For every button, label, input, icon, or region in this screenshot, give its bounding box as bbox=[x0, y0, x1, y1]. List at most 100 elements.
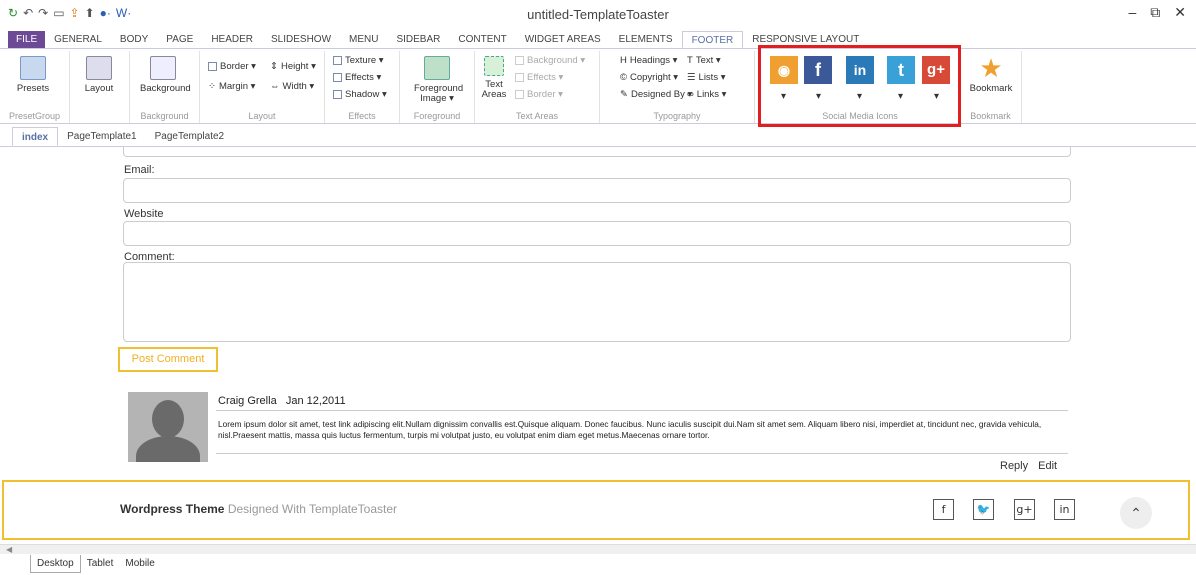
copyright-dropdown[interactable]: © Copyright ▾ bbox=[620, 72, 678, 83]
height-dropdown[interactable]: ⇕ Height ▾ bbox=[270, 61, 316, 72]
name-field[interactable] bbox=[123, 147, 1071, 157]
comment-actions: Reply Edit bbox=[1000, 460, 1057, 472]
tab-sidebar[interactable]: SIDEBAR bbox=[387, 31, 449, 48]
copyright-icon: © bbox=[620, 72, 627, 83]
shadow-dropdown[interactable]: Shadow ▾ bbox=[333, 89, 387, 100]
lists-dropdown[interactable]: ☰ Lists ▾ bbox=[687, 72, 725, 83]
comment-text: Lorem ipsum dolor sit amet, test link ad… bbox=[218, 419, 1042, 440]
edit-link[interactable]: Edit bbox=[1038, 460, 1057, 472]
page-tab-index[interactable]: index bbox=[12, 127, 59, 146]
preset-group: Presets PresetGroup bbox=[0, 51, 70, 123]
text-areas-group: Text Areas Background ▾ Effects ▾ Border… bbox=[475, 51, 600, 123]
scroll-left-icon[interactable]: ◀ bbox=[6, 545, 12, 554]
width-icon: ⇔ bbox=[270, 81, 280, 92]
group-label: Bookmark bbox=[970, 111, 1011, 121]
headings-icon: H bbox=[620, 55, 627, 66]
layout-group: Border ▾ ⇕ Height ▾ ⁘ Margin ▾ ⇔ Width ▾ La… bbox=[200, 51, 325, 123]
links-icon: ∞ bbox=[687, 89, 694, 100]
text-areas-button[interactable]: Text Areas bbox=[477, 53, 511, 100]
star-icon: ★ bbox=[979, 53, 1003, 83]
tab-file[interactable]: FILE bbox=[8, 31, 46, 48]
tab-footer[interactable]: FOOTER bbox=[681, 31, 744, 48]
close-icon[interactable]: ✕ bbox=[1174, 4, 1186, 21]
layout-group-main: Layout bbox=[70, 51, 130, 123]
avatar-head bbox=[152, 400, 184, 438]
highlight-box bbox=[758, 45, 961, 127]
layout-button[interactable]: Layout bbox=[76, 53, 122, 94]
margin-icon: ⁘ bbox=[208, 81, 216, 92]
comment-field[interactable] bbox=[123, 262, 1071, 342]
tab-menu[interactable]: MENU bbox=[340, 31, 387, 48]
headings-dropdown[interactable]: H Headings ▾ bbox=[620, 55, 677, 66]
website-field[interactable] bbox=[123, 221, 1071, 246]
post-comment-button[interactable]: Post Comment bbox=[118, 347, 218, 372]
effects-group: Texture ▾ Effects ▾ Shadow ▾ Effects bbox=[325, 51, 400, 123]
window-title: untitled-TemplateToaster bbox=[527, 7, 669, 22]
background-group: Background Background bbox=[130, 51, 200, 123]
footer-facebook-icon[interactable]: f bbox=[933, 499, 954, 520]
view-tab-desktop[interactable]: Desktop bbox=[30, 555, 81, 573]
group-label: Text Areas bbox=[515, 111, 559, 121]
avatar-body bbox=[136, 436, 200, 462]
pen-icon: ✎ bbox=[620, 89, 628, 100]
footer-google-plus-icon[interactable]: g+ bbox=[1014, 499, 1035, 520]
divider bbox=[216, 410, 1068, 411]
bg-dropdown-disabled: Background ▾ bbox=[515, 55, 585, 66]
bookmark-button[interactable]: ★ Bookmark bbox=[968, 53, 1014, 94]
comment-author: Craig Grella bbox=[218, 395, 277, 407]
group-label: Background bbox=[140, 111, 189, 121]
bookmark-group: ★ Bookmark Bookmark bbox=[960, 51, 1022, 123]
window-controls: – ⧉ ✕ bbox=[1128, 4, 1186, 21]
page-tab-template2[interactable]: PageTemplate2 bbox=[146, 127, 234, 146]
brush-icon bbox=[150, 56, 176, 80]
group-label: Foreground bbox=[413, 111, 461, 121]
lists-icon: ☰ bbox=[687, 72, 696, 83]
text-area-icon bbox=[484, 56, 504, 76]
page-tab-template1[interactable]: PageTemplate1 bbox=[58, 127, 146, 146]
designed-by-dropdown[interactable]: ✎ Designed By ▾ bbox=[620, 89, 692, 100]
effects-icon bbox=[515, 73, 524, 82]
view-tab-mobile[interactable]: Mobile bbox=[119, 555, 160, 573]
presets-button[interactable]: Presets bbox=[10, 53, 56, 94]
border-icon bbox=[208, 62, 217, 71]
texture-icon bbox=[333, 56, 342, 65]
reply-link[interactable]: Reply bbox=[1000, 460, 1028, 472]
links-dropdown[interactable]: ∞ Links ▾ bbox=[687, 89, 726, 100]
restore-icon[interactable]: ⧉ bbox=[1150, 4, 1160, 21]
tab-page[interactable]: PAGE bbox=[157, 31, 202, 48]
foreground-image-button[interactable]: Foreground Image ▾ bbox=[414, 53, 463, 104]
back-to-top-icon[interactable]: ⌃ bbox=[1120, 497, 1152, 529]
texture-dropdown[interactable]: Texture ▾ bbox=[333, 55, 384, 66]
image-icon bbox=[424, 56, 450, 80]
height-icon: ⇕ bbox=[270, 61, 278, 72]
email-field[interactable] bbox=[123, 178, 1071, 203]
tab-header[interactable]: HEADER bbox=[202, 31, 262, 48]
view-tab-tablet[interactable]: Tablet bbox=[81, 555, 120, 573]
tab-elements[interactable]: ELEMENTS bbox=[610, 31, 682, 48]
effects-dropdown[interactable]: Effects ▾ bbox=[333, 72, 381, 83]
border-dropdown[interactable]: Border ▾ bbox=[208, 61, 256, 72]
margin-dropdown[interactable]: ⁘ Margin ▾ bbox=[208, 81, 255, 92]
width-dropdown[interactable]: ⇔ Width ▾ bbox=[270, 81, 314, 92]
tab-general[interactable]: GENERAL bbox=[45, 31, 111, 48]
tab-body[interactable]: BODY bbox=[111, 31, 157, 48]
avatar bbox=[128, 392, 208, 462]
background-button[interactable]: Background bbox=[140, 53, 191, 94]
footer-brand: Wordpress Theme bbox=[120, 502, 225, 516]
tab-widget-areas[interactable]: WIDGET AREAS bbox=[516, 31, 610, 48]
horizontal-scrollbar[interactable]: ◀ bbox=[0, 544, 1196, 554]
text-dropdown[interactable]: T Text ▾ bbox=[687, 55, 721, 66]
border-icon bbox=[515, 90, 524, 99]
tab-content[interactable]: CONTENT bbox=[449, 31, 515, 48]
minimize-icon[interactable]: – bbox=[1128, 4, 1136, 21]
footer-linkedin-icon[interactable]: in bbox=[1054, 499, 1075, 520]
title-bar: ↻ ↶ ↷ ▭ ⇪ ⬆ ●· W· untitled-TemplateToast… bbox=[0, 0, 1196, 30]
text-icon: T bbox=[687, 55, 693, 66]
website-label: Website bbox=[124, 208, 164, 220]
email-label: Email: bbox=[124, 164, 155, 176]
tab-slideshow[interactable]: SLIDESHOW bbox=[262, 31, 340, 48]
presets-icon bbox=[20, 56, 46, 80]
typography-group: H Headings ▾ T Text ▾ © Copyright ▾ ☰ Lists … bbox=[600, 51, 755, 123]
effects-dropdown-disabled: Effects ▾ bbox=[515, 72, 563, 83]
footer-twitter-icon[interactable]: 🐦 bbox=[973, 499, 994, 520]
